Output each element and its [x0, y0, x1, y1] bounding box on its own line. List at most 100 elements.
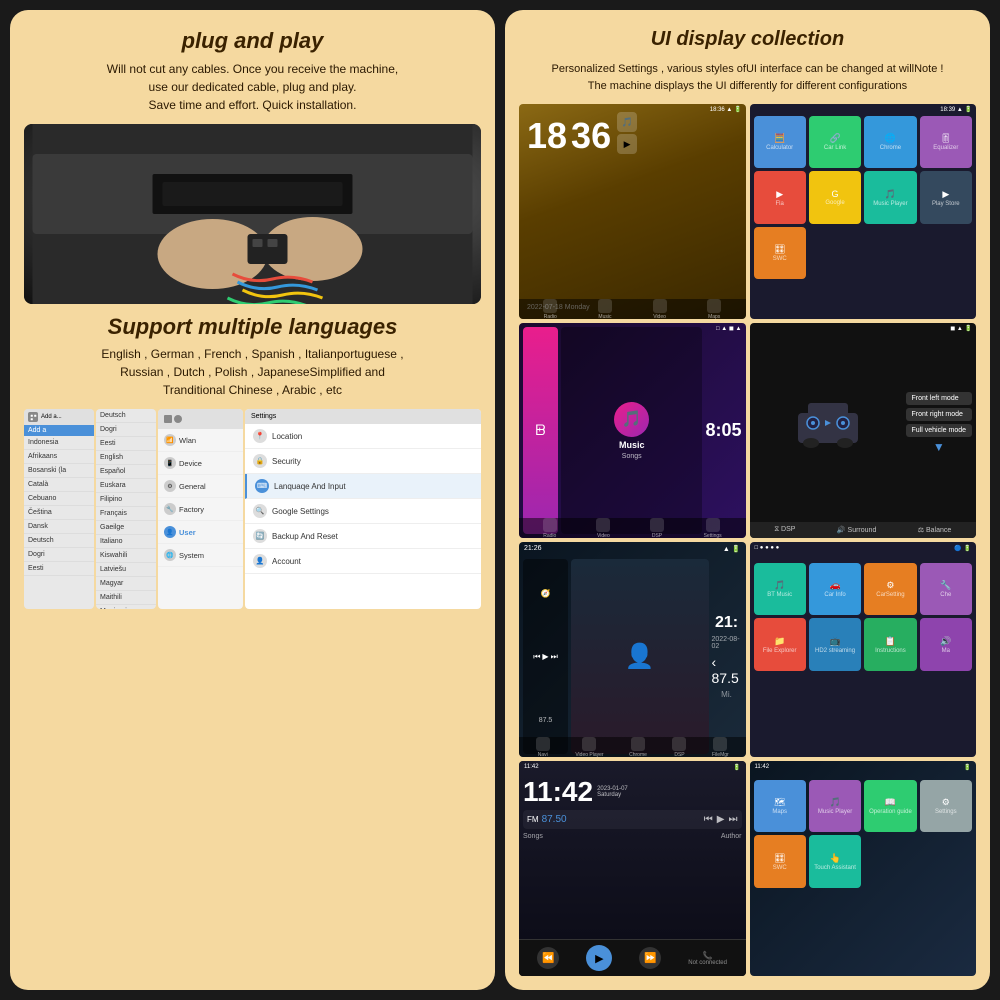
- ui-collection-body: Personalized Settings , various styles o…: [519, 61, 976, 94]
- app-calculator[interactable]: 🧮Calculator: [754, 116, 806, 168]
- lang-espanol[interactable]: Español: [96, 465, 156, 479]
- app-chrome[interactable]: 🌐Chrome: [864, 116, 916, 168]
- lang-english[interactable]: English: [96, 451, 156, 465]
- app-bt-music[interactable]: 🎵BT Music: [754, 563, 806, 615]
- ss4-content: Front left mode Front right mode Full ve…: [750, 323, 977, 522]
- app-che[interactable]: 🔧Che: [920, 563, 972, 615]
- settings-security[interactable]: 🔒 Security: [245, 449, 481, 474]
- ss7-prev[interactable]: ⏮: [704, 814, 713, 825]
- ss5-nav-panel: 🧭 ⏮ ▶ ⏭ 87.5: [523, 559, 568, 754]
- nav-user[interactable]: 👤 User: [158, 521, 243, 544]
- app-equalizer[interactable]: 🎚Equalizer: [920, 116, 972, 168]
- device-icon: 📱: [164, 457, 176, 469]
- settings-google[interactable]: 🔍 Google Settings: [245, 499, 481, 524]
- lang-cestina[interactable]: Čeština: [24, 506, 94, 520]
- ss3-time: 8:05: [705, 420, 741, 441]
- ss1-nav-fm: Radio: [543, 299, 557, 320]
- lang-euskara[interactable]: Euskara: [96, 479, 156, 493]
- app-maps[interactable]: 🗺Maps: [754, 780, 806, 832]
- app-touch-assistant[interactable]: 👆Touch Assistant: [809, 835, 861, 887]
- ss7-next[interactable]: ⏭: [729, 814, 738, 825]
- lang-cebuano[interactable]: Cebuano: [24, 492, 94, 506]
- plug-and-play-section: plug and play Will not cut any cables. O…: [24, 28, 481, 114]
- right-panel: UI display collection Personalized Setti…: [505, 10, 990, 990]
- ss7-play-btn[interactable]: ▶: [586, 945, 612, 971]
- ss4-front-left[interactable]: Front left mode: [906, 392, 972, 405]
- lang-afrikaans[interactable]: Afrikaans: [24, 450, 94, 464]
- lang-dogri[interactable]: Dogri: [24, 548, 94, 562]
- ss4-mode-buttons: Front left mode Front right mode Full ve…: [906, 327, 972, 518]
- location-label: Location: [272, 432, 302, 441]
- settings-account[interactable]: 👤 Account: [245, 549, 481, 574]
- lang-gaeilge[interactable]: Gaeilge: [96, 521, 156, 535]
- ss1-content: 18 36 🎵 ▶ 2022-07-18 Monday: [519, 104, 746, 319]
- ss2-app-grid: 🧮Calculator 🔗Car Link 🌐Chrome 🎚Equalizer…: [750, 112, 977, 283]
- ss5-image: 👤: [571, 559, 709, 754]
- app-ma[interactable]: 🔊Ma: [920, 618, 972, 670]
- ss8-inner: 11:42 🔋 🗺Maps 🎵Music Player 📖Operation g…: [750, 761, 977, 976]
- lang-deutsch[interactable]: Deutsch: [24, 534, 94, 548]
- lang-bosanski[interactable]: Bosanski (la: [24, 464, 94, 478]
- app-fla[interactable]: ▶Fla: [754, 171, 806, 223]
- lang-dogri2[interactable]: Dogri: [96, 423, 156, 437]
- app-car-info[interactable]: 🚗Car Info: [809, 563, 861, 615]
- ss7-play[interactable]: ▶: [717, 814, 725, 825]
- app-car-setting[interactable]: ⚙CarSetting: [864, 563, 916, 615]
- lang-dansk[interactable]: Dansk: [24, 520, 94, 534]
- app-swc2[interactable]: 🎛SWC: [754, 835, 806, 887]
- system-icon: 🌐: [164, 549, 176, 561]
- settings-language[interactable]: ⌨ Lanquaqe And Input: [245, 474, 481, 499]
- app-operation-guide[interactable]: 📖Operation guide: [864, 780, 916, 832]
- language-list-1-inner: Add a... Add a Indonesia Afrikaans Bosan…: [24, 409, 94, 576]
- ss5-nav-video: Video Player: [575, 737, 603, 758]
- app-play-store[interactable]: ▶Play Store: [920, 171, 972, 223]
- lang-deutsch2[interactable]: Deutsch: [96, 409, 156, 423]
- screenshot-8: 11:42 🔋 🗺Maps 🎵Music Player 📖Operation g…: [750, 761, 977, 976]
- nav-factory[interactable]: 🔧 Factory: [158, 498, 243, 521]
- nav-wlan[interactable]: 📶 Wlan: [158, 429, 243, 452]
- lang-francais[interactable]: Français: [96, 507, 156, 521]
- nav-device[interactable]: 📱 Device: [158, 452, 243, 475]
- nav-general[interactable]: ⚙ General: [158, 475, 243, 498]
- app-google[interactable]: GGoogle: [809, 171, 861, 223]
- ss4-full-vehicle[interactable]: Full vehicle mode: [906, 424, 972, 437]
- lang-indonesia[interactable]: Indonesia: [24, 436, 94, 450]
- ss3-inner: □ ▲ ◼ ▲ ᗸ 🎵 Music Songs 8:05: [519, 323, 746, 538]
- app-instructions[interactable]: 📋Instructions: [864, 618, 916, 670]
- lang-catala[interactable]: Català: [24, 478, 94, 492]
- ss4-front-right[interactable]: Front right mode: [906, 408, 972, 421]
- lang-eesti[interactable]: Eesti: [24, 562, 94, 576]
- lang-maithili[interactable]: Maithili: [96, 591, 156, 605]
- ss5-nav-navi: Navi: [536, 737, 550, 758]
- lang-kiswahili[interactable]: Kiswahili: [96, 549, 156, 563]
- ss5-nav-files: FileMgr: [712, 737, 729, 758]
- ss7-phone-area: 📞 Not connected: [688, 951, 727, 966]
- ss5-inner: 21:26 ▲ 🔋 🧭 ⏮ ▶ ⏭ 87.5: [519, 542, 746, 757]
- lang-italiano[interactable]: Italiano: [96, 535, 156, 549]
- app-file-explorer[interactable]: 📁File Explorer: [754, 618, 806, 670]
- screenshot-5: 21:26 ▲ 🔋 🧭 ⏮ ▶ ⏭ 87.5: [519, 542, 746, 757]
- lang-latviesu[interactable]: Latviešu: [96, 563, 156, 577]
- lang-manipuri[interactable]: Manipuri: [96, 605, 156, 609]
- ss7-next-btn[interactable]: ⏩: [639, 947, 661, 969]
- lang-eesti2[interactable]: Eesti: [96, 437, 156, 451]
- app-music-player[interactable]: 🎵Music Player: [864, 171, 916, 223]
- ss4-surround-label: 🔊 Surround: [837, 526, 876, 534]
- app-swc[interactable]: 🎛SWC: [754, 227, 806, 279]
- app-hd2[interactable]: 📺HD2 streaming: [809, 618, 861, 670]
- backup-icon: 🔄: [253, 529, 267, 543]
- ss4-balance-label: ⚖ Balance: [918, 526, 952, 534]
- app-carlink[interactable]: 🔗Car Link: [809, 116, 861, 168]
- settings-backup[interactable]: 🔄 Backup And Reset: [245, 524, 481, 549]
- ss8-app-grid: 🗺Maps 🎵Music Player 📖Operation guide ⚙Se…: [750, 776, 977, 892]
- ss6-inner: □ ● ● ● ● 🔵 🔋 🎵BT Music 🚗Car Info ⚙CarSe…: [750, 542, 977, 757]
- app-settings2[interactable]: ⚙Settings: [920, 780, 972, 832]
- lang-filipino[interactable]: Filipino: [96, 493, 156, 507]
- lang-magyar[interactable]: Magyar: [96, 577, 156, 591]
- ss7-author-label: Author: [721, 833, 742, 840]
- account-icon: 👤: [253, 554, 267, 568]
- ss7-prev-btn[interactable]: ⏪: [537, 947, 559, 969]
- app-music-player2[interactable]: 🎵Music Player: [809, 780, 861, 832]
- nav-system[interactable]: 🌐 System: [158, 544, 243, 567]
- settings-location[interactable]: 📍 Location: [245, 424, 481, 449]
